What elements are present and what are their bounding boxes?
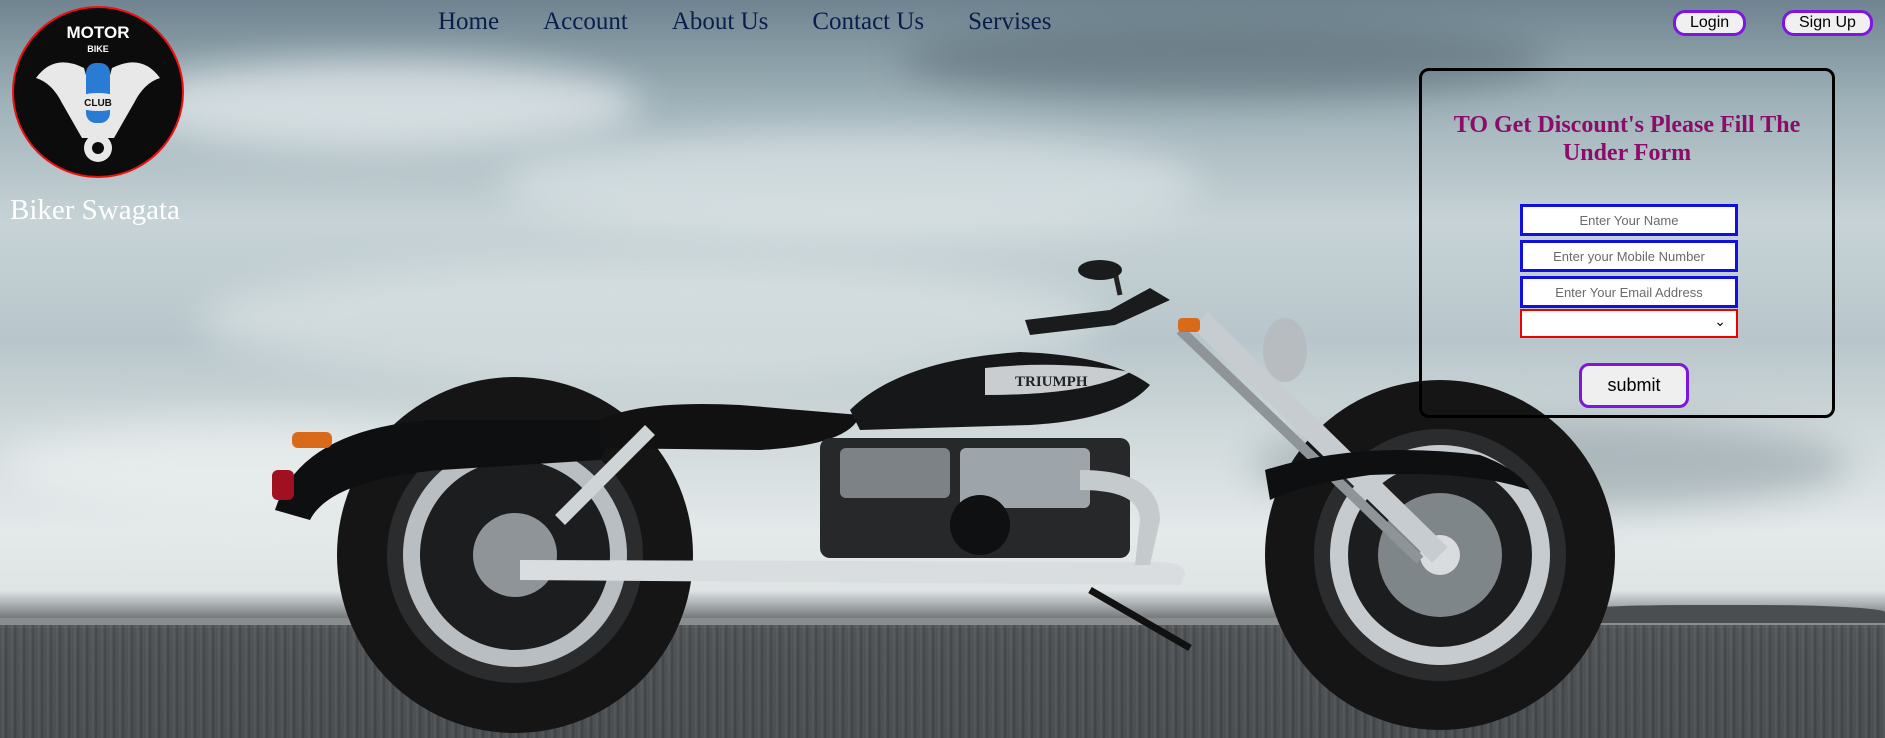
mirror — [1078, 260, 1122, 280]
main-navigation: Home Account About Us Contact Us Servise… — [438, 8, 1095, 36]
logo-text-motor: MOTOR — [67, 23, 130, 42]
logo-text-bike: BIKE — [87, 44, 109, 54]
brand-name: Biker Swagata — [10, 194, 180, 226]
logo-text-club: CLUB — [84, 98, 112, 109]
discount-form: TO Get Discount's Please Fill The Under … — [1419, 68, 1835, 418]
login-button[interactable]: Login — [1673, 10, 1747, 36]
email-input[interactable] — [1520, 276, 1738, 308]
turn-signal — [292, 432, 332, 448]
engine — [820, 438, 1130, 558]
headlight — [1263, 318, 1307, 382]
nav-about-us[interactable]: About Us — [672, 8, 769, 36]
motor-bike-club-logo: MOTOR BIKE CLUB — [12, 6, 184, 178]
name-input[interactable] — [1520, 204, 1738, 236]
chevron-down-icon: ⌄ — [1714, 314, 1726, 330]
kickstand — [1088, 586, 1192, 652]
login-wrapper: Login — [1673, 10, 1747, 36]
submit-button[interactable]: submit — [1579, 363, 1689, 408]
logo-emblem-icon: MOTOR BIKE CLUB — [36, 23, 160, 162]
mobile-input[interactable] — [1520, 240, 1738, 272]
option-select[interactable]: ⌄ — [1520, 309, 1738, 338]
form-title: TO Get Discount's Please Fill The Under … — [1453, 112, 1801, 166]
nav-contact-us[interactable]: Contact Us — [812, 8, 924, 36]
nav-home[interactable]: Home — [438, 8, 499, 36]
nav-account[interactable]: Account — [543, 8, 628, 36]
handlebar — [1025, 288, 1170, 335]
nav-services[interactable]: Servises — [968, 8, 1051, 36]
signup-wrapper: Sign Up — [1782, 10, 1873, 36]
signup-button[interactable]: Sign Up — [1782, 10, 1873, 36]
indicator-light — [1178, 318, 1200, 332]
tail-light — [272, 470, 294, 500]
tank-badge: TRIUMPH — [1015, 374, 1088, 390]
